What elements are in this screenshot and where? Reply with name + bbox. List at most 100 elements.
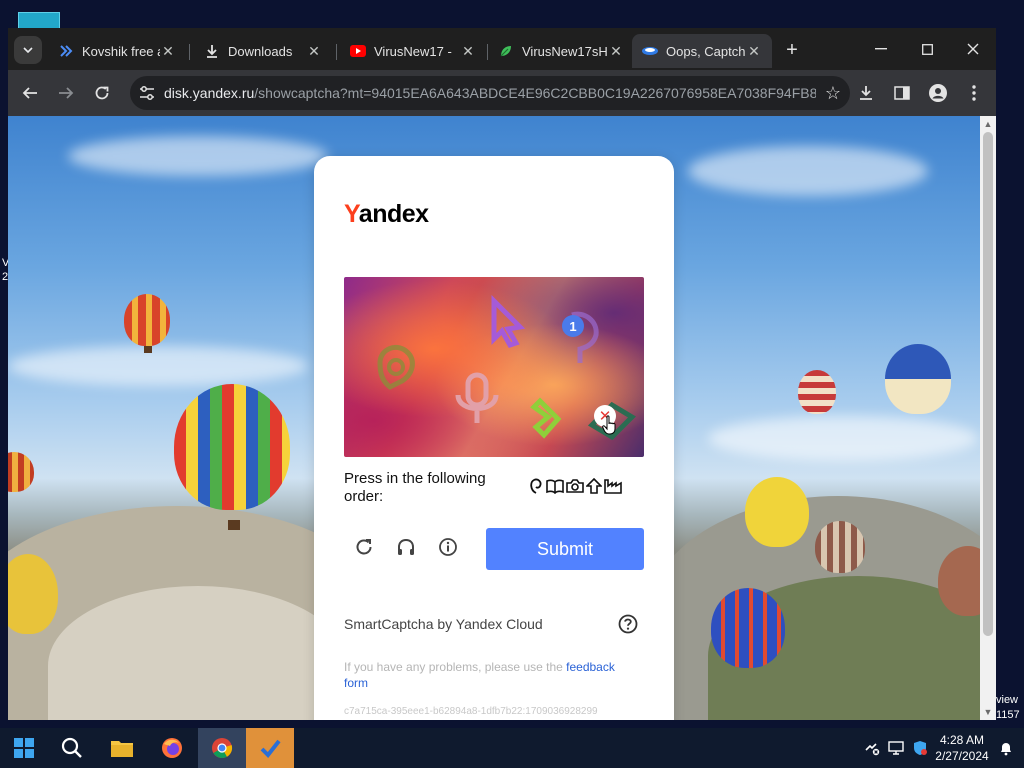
microphone-icon (465, 372, 489, 408)
tab-separator (336, 44, 337, 60)
page-viewport: Yandex 1 ✕ Press in the following order:… (8, 116, 980, 720)
clock-date: 2/27/2024 (935, 749, 989, 763)
hand-cursor-icon (602, 415, 616, 435)
taskbar-app-checkmark-icon[interactable] (246, 728, 294, 768)
tab-strip: Kovshik free a ✕ Downloads ✕ VirusNew17 … (8, 28, 996, 70)
close-window-icon[interactable] (950, 34, 996, 64)
tab-title: Oops, Captcha (666, 43, 746, 59)
new-tab-plus-icon[interactable]: + (780, 38, 804, 62)
balloon-basket (228, 520, 240, 530)
tab-title: Kovshik free a (82, 43, 160, 59)
info-icon[interactable] (436, 535, 460, 559)
url-text[interactable]: disk.yandex.ru/showcaptcha?mt=94015EA6A6… (164, 85, 816, 101)
problems-text-body: If you have any problems, please use the (344, 660, 567, 674)
address-bar[interactable]: disk.yandex.ru/showcaptcha?mt=94015EA6A6… (130, 76, 850, 110)
download-icon (204, 43, 220, 59)
clock-time: 4:28 AM (939, 733, 985, 747)
bookmark-star-icon[interactable]: ☆ (816, 83, 850, 104)
cloud (8, 346, 308, 386)
url-path: /showcaptcha?mt=94015EA6A643ABDCE4E96C2C… (254, 85, 816, 101)
notification-bell-icon[interactable] (996, 738, 1016, 758)
location-pin-icon (377, 345, 415, 390)
cloud (68, 136, 328, 176)
refresh-icon[interactable] (352, 535, 376, 559)
close-icon[interactable]: ✕ (306, 43, 322, 60)
tab-title: VirusNew17 - (374, 43, 452, 59)
firefox-icon[interactable] (148, 728, 196, 768)
smartcaptcha-label: SmartCaptcha by Yandex Cloud (344, 616, 543, 632)
windows-start-icon[interactable] (0, 728, 48, 768)
tab-separator (189, 44, 190, 60)
hot-air-balloon (174, 384, 290, 510)
order-icons-list (528, 478, 622, 494)
instruction-text: Press in the following order: (344, 470, 486, 505)
vertical-scrollbar[interactable]: ▲ ▼ (980, 116, 996, 720)
profile-icon[interactable] (924, 79, 952, 107)
camera-icon (566, 479, 584, 493)
side-panel-icon[interactable] (888, 79, 916, 107)
tab-oops-captcha[interactable]: Oops, Captcha ✕ (632, 34, 772, 68)
file-explorer-icon[interactable] (98, 728, 146, 768)
hot-air-balloon (885, 344, 951, 414)
double-chevron-icon (58, 43, 74, 59)
cloud (708, 416, 978, 461)
search-icon[interactable] (48, 728, 96, 768)
yandex-disk-icon (642, 43, 658, 59)
captcha-image[interactable]: 1 ✕ (344, 277, 644, 457)
captcha-image-icons (377, 294, 637, 441)
browser-toolbar: disk.yandex.ru/showcaptcha?mt=94015EA6A6… (8, 70, 996, 116)
headphones-icon[interactable] (394, 535, 418, 559)
close-icon[interactable]: ✕ (460, 43, 476, 60)
menu-kebab-icon[interactable] (960, 79, 988, 107)
scroll-thumb[interactable] (983, 132, 993, 636)
downloads-icon[interactable] (852, 79, 880, 107)
close-icon[interactable]: ✕ (608, 43, 624, 60)
minimize-icon[interactable] (858, 34, 904, 64)
network-muted-icon[interactable] (862, 738, 882, 758)
hot-air-balloon (815, 521, 865, 573)
tab-virusnew-download[interactable]: VirusNew17sH ✕ (488, 34, 634, 68)
yandex-logo-y: Y (344, 200, 359, 228)
lightning-icon (530, 397, 562, 439)
request-id: c7a715ca-395eee1-b62894a8-1dfb7b22:17090… (344, 706, 598, 717)
system-clock[interactable]: 4:28 AM 2/27/2024 (930, 732, 994, 764)
cloud (688, 146, 928, 196)
map-pin-icon (530, 478, 542, 494)
upload-arrow-icon (586, 478, 602, 494)
chrome-icon[interactable] (198, 728, 246, 768)
tab-virusnew-youtube[interactable]: VirusNew17 - ✕ (340, 34, 486, 68)
scroll-up-arrow-icon[interactable]: ▲ (980, 116, 996, 132)
submit-button[interactable]: Submit (486, 528, 644, 570)
security-shield-icon[interactable] (910, 738, 930, 758)
captcha-card: Yandex 1 ✕ Press in the following order:… (314, 156, 674, 720)
leaf-icon (498, 43, 514, 59)
hot-air-balloon (124, 294, 170, 346)
tab-kovshik[interactable]: Kovshik free a ✕ (48, 34, 186, 68)
tab-downloads[interactable]: Downloads ✕ (194, 34, 332, 68)
hot-air-balloon (798, 370, 836, 414)
site-settings-icon[interactable] (130, 86, 164, 100)
factory-icon (604, 479, 622, 494)
yandex-logo: Yandex (344, 200, 429, 229)
taskbar: 4:28 AM 2/27/2024 (0, 728, 1024, 768)
help-question-icon[interactable] (616, 612, 640, 636)
forward-arrow-icon[interactable] (52, 79, 80, 107)
hot-air-balloon (745, 477, 809, 547)
click-order-badge[interactable]: 1 (562, 315, 584, 337)
maximize-icon[interactable] (904, 34, 950, 64)
close-icon[interactable]: ✕ (746, 43, 762, 60)
reload-icon[interactable] (88, 79, 116, 107)
youtube-icon (350, 43, 366, 59)
display-icon[interactable] (886, 738, 906, 758)
tab-search-button[interactable] (14, 36, 42, 64)
scroll-down-arrow-icon[interactable]: ▼ (980, 704, 996, 720)
chevron-down-icon (23, 47, 33, 53)
problems-text: If you have any problems, please use the… (344, 659, 634, 691)
browser-window: Kovshik free a ✕ Downloads ✕ VirusNew17 … (8, 28, 996, 720)
cursor-arrow-icon (491, 294, 526, 349)
close-icon[interactable]: ✕ (160, 43, 176, 60)
url-host: disk.yandex.ru (164, 85, 255, 101)
desktop-edge-label-number: 1157 (996, 709, 1020, 721)
book-icon (546, 479, 564, 494)
back-arrow-icon[interactable] (16, 79, 44, 107)
